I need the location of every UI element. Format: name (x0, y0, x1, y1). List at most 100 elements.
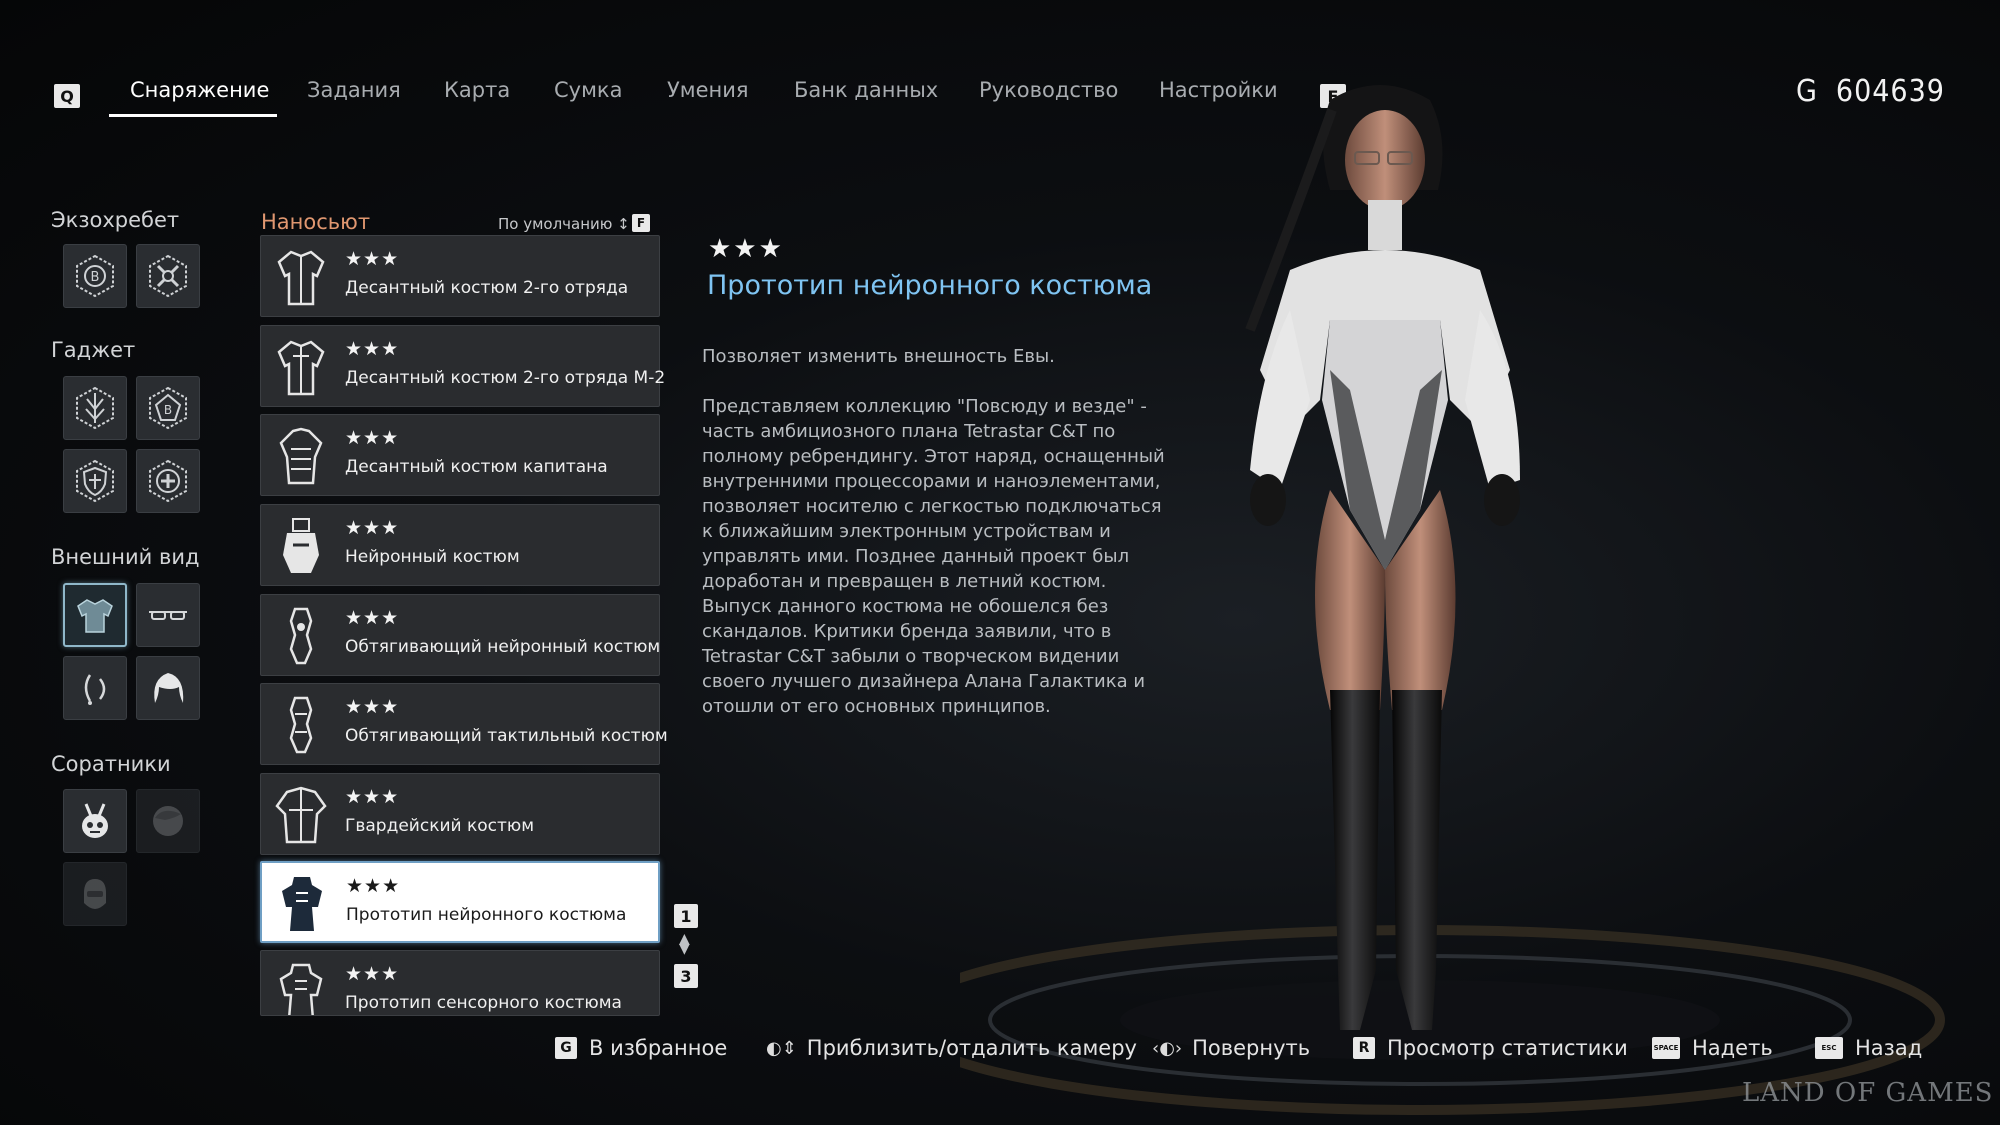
prompt-back[interactable]: ESC Назад (1815, 1036, 1922, 1060)
appearance-slot-hair[interactable] (136, 656, 200, 720)
category-label-exospine: Экзохребет (51, 208, 180, 232)
mouse-scroll-icon: ◐⇕ (766, 1037, 797, 1059)
item-rarity-stars: ★★★ (345, 517, 400, 539)
outfit-item[interactable]: ★★★ Десантный костюм капитана (260, 414, 660, 496)
detail-paragraph: Позволяет изменить внешность Евы. (702, 346, 1055, 367)
tab-skills[interactable]: Умения (667, 78, 749, 102)
tab-equipment[interactable]: Снаряжение (130, 78, 269, 102)
exospine-b-icon: B (76, 254, 114, 298)
tab-bag[interactable]: Сумка (554, 78, 623, 102)
exospine-slot-1[interactable]: B (63, 244, 127, 308)
outfit-item[interactable]: ★★★ Обтягивающий нейронный костюм (260, 594, 660, 676)
gadget-slot-2[interactable]: B (136, 376, 200, 440)
outfit-item[interactable]: ★★★ Десантный костюм 2-го отряда (260, 235, 660, 317)
prompt-equip[interactable]: SPACE Надеть (1652, 1036, 1773, 1060)
companion-slot-2[interactable] (136, 789, 200, 853)
item-rarity-stars: ★★★ (345, 427, 400, 449)
hair-icon (154, 673, 184, 703)
page-total: 3 (674, 964, 698, 988)
watermark: LAND OF GAMES (1742, 1078, 1994, 1108)
key-esc: ESC (1815, 1037, 1843, 1059)
guard-suit-icon (275, 786, 327, 844)
appearance-slot-earrings[interactable] (63, 656, 127, 720)
tight-suit-icon (289, 607, 313, 665)
neural-suit-icon (283, 518, 319, 573)
tab-map[interactable]: Карта (444, 78, 510, 102)
category-label-gadget: Гаджет (51, 338, 136, 362)
outfit-item-selected[interactable]: ★★★ Прототип нейронного костюма (260, 861, 660, 943)
prompt-label: Приблизить/отдалить камеру (806, 1036, 1137, 1060)
active-tab-underline (109, 114, 277, 117)
glasses-icon (149, 611, 187, 620)
outfit-item[interactable]: ★★★ Прототип сенсорного костюма (260, 950, 660, 1016)
prompt-label: Повернуть (1192, 1036, 1311, 1060)
suit-icon (77, 599, 113, 633)
character-preview[interactable] (1180, 70, 1700, 1070)
key-space: SPACE (1652, 1037, 1680, 1059)
category-label-appearance: Внешний вид (51, 545, 200, 569)
currency-symbol: G (1796, 74, 1818, 109)
detail-rarity-stars: ★★★ (708, 234, 784, 264)
gadget-slot-1[interactable] (63, 376, 127, 440)
prompt-favorite[interactable]: G В избранное (555, 1036, 727, 1060)
prompt-view-stats[interactable]: R Просмотр статистики (1353, 1036, 1628, 1060)
currency-amount: 604639 (1835, 74, 1945, 109)
sort-dropdown[interactable]: По умолчанию ↕ (498, 215, 630, 233)
item-rarity-stars: ★★★ (345, 696, 400, 718)
tab-quests[interactable]: Задания (307, 78, 401, 102)
companion-slot-3[interactable] (63, 862, 127, 926)
gadget-heal-icon (149, 459, 187, 503)
outfit-item[interactable]: ★★★ Нейронный костюм (260, 504, 660, 586)
item-name: Обтягивающий нейронный костюм (345, 637, 661, 657)
top-navigation: Q Снаряжение Задания Карта Сумка Умения … (0, 0, 2000, 130)
gadget-slot-4[interactable] (136, 449, 200, 513)
item-name: Прототип сенсорного костюма (345, 993, 622, 1013)
gadget-shield-icon (76, 459, 114, 503)
sort-key[interactable]: F (632, 214, 650, 232)
page-scroll-icon[interactable]: ▲ ▼ (679, 932, 690, 956)
outfit-item[interactable]: ★★★ Гвардейский костюм (260, 773, 660, 855)
captain-suit-icon (279, 427, 323, 485)
mouse-drag-icon: ‹◐› (1152, 1037, 1183, 1059)
tab-guide[interactable]: Руководство (979, 78, 1118, 102)
prompt-rotate[interactable]: ‹◐› Повернуть (1152, 1036, 1310, 1060)
item-name: Десантный костюм 2-го отряда М-2 (345, 368, 666, 388)
gadget-slot-3[interactable] (63, 449, 127, 513)
prompt-label: Просмотр статистики (1387, 1036, 1628, 1060)
svg-text:B: B (91, 270, 100, 285)
prev-tab-key[interactable]: Q (54, 84, 80, 108)
list-category-title: Наносьют (261, 210, 371, 234)
exospine-cross-icon (149, 254, 187, 298)
earrings-icon (84, 674, 106, 705)
item-name: Обтягивающий тактильный костюм (345, 726, 668, 746)
detail-description: Позволяет изменить внешность Евы. Предст… (702, 344, 1172, 744)
item-rarity-stars: ★★★ (345, 607, 400, 629)
outfit-item[interactable]: ★★★ Обтягивающий тактильный костюм (260, 683, 668, 765)
tab-database[interactable]: Банк данных (794, 78, 938, 102)
tactile-suit-icon (289, 696, 313, 754)
item-rarity-stars: ★★★ (345, 338, 400, 360)
item-name: Десантный костюм 2-го отряда (345, 278, 629, 298)
prompt-label: Назад (1855, 1036, 1923, 1060)
companion-slot-1[interactable] (63, 789, 127, 853)
detail-paragraph: Представляем коллекцию "Повсюду и везде"… (702, 396, 1165, 717)
prompt-label: В избранное (589, 1036, 728, 1060)
detail-title: Прототип нейронного костюма (707, 270, 1153, 301)
prototype-neural-suit-icon (282, 877, 322, 931)
drone-icon (82, 803, 108, 838)
appearance-slot-glasses[interactable] (136, 583, 200, 647)
key-g: G (555, 1037, 577, 1059)
item-name: Гвардейский костюм (345, 816, 535, 836)
item-rarity-stars: ★★★ (345, 786, 400, 808)
item-rarity-stars: ★★★ (345, 248, 400, 270)
jacket-suit-icon (277, 340, 325, 396)
appearance-slot-suit[interactable] (63, 583, 127, 647)
jacket-suit-icon (277, 250, 325, 306)
prompt-zoom-camera[interactable]: ◐⇕ Приблизить/отдалить камеру (766, 1036, 1137, 1060)
prototype-sensor-suit-icon (279, 963, 323, 1015)
exospine-slot-2[interactable] (136, 244, 200, 308)
prompt-label: Надеть (1692, 1036, 1773, 1060)
svg-text:B: B (164, 403, 172, 417)
item-name: Десантный костюм капитана (345, 457, 608, 477)
outfit-item[interactable]: ★★★ Десантный костюм 2-го отряда М-2 (260, 325, 665, 407)
